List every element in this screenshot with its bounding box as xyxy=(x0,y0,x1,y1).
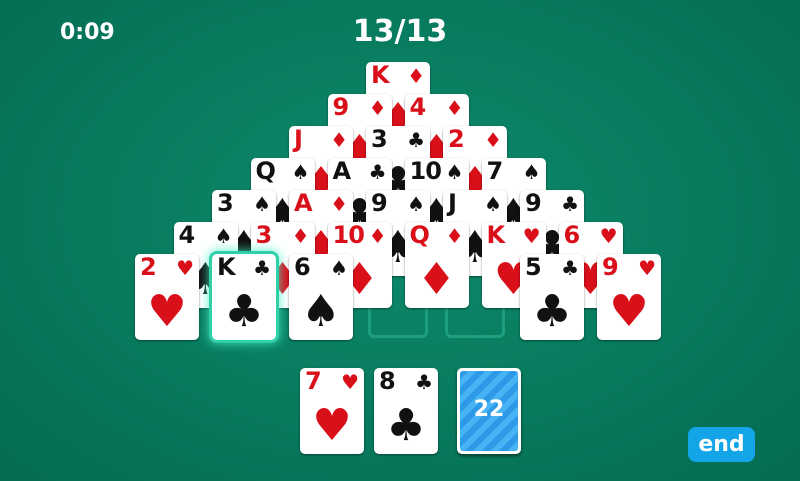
pyramid-card[interactable]: K ♣ ♣ xyxy=(212,254,276,340)
card-suit-icon: ♣ xyxy=(407,128,425,152)
end-button[interactable]: end xyxy=(688,427,755,462)
pyramid-card[interactable]: 6 ♠ ♠ xyxy=(289,254,353,340)
card-suit-large-icon: ♦ xyxy=(416,254,457,305)
card-suit-icon: ♦ xyxy=(445,224,464,248)
card-rank: 7 xyxy=(305,368,322,395)
card-suit-icon: ♣ xyxy=(253,256,271,280)
pyramid-card[interactable]: Q ♦ ♦ xyxy=(404,222,469,308)
card-suit-icon: ♦ xyxy=(445,96,464,120)
card-suit-icon: ♦ xyxy=(407,64,425,88)
stock-pile[interactable]: 22 xyxy=(457,368,521,454)
card-suit-large-icon: ♣ xyxy=(386,400,426,451)
card-suit-icon: ♦ xyxy=(484,128,502,152)
card-rank: 8 xyxy=(379,368,396,395)
card-suit-icon: ♦ xyxy=(368,96,387,120)
card-suit-icon: ♥ xyxy=(176,256,194,280)
card-rank: 7 xyxy=(486,158,504,185)
card-suit-large-icon: ♥ xyxy=(147,286,187,337)
card-suit-icon: ♦ xyxy=(330,128,348,152)
card-rank: 9 xyxy=(525,190,542,217)
card-rank: K xyxy=(486,222,506,249)
card-rank: 3 xyxy=(255,222,273,249)
card-rank: K xyxy=(371,62,390,89)
card-rank: 9 xyxy=(332,94,350,121)
card-rank: Q xyxy=(409,222,430,249)
card-rank: 2 xyxy=(140,254,157,281)
card-suit-icon: ♥ xyxy=(522,224,541,248)
card-rank: 6 xyxy=(563,222,581,249)
card-rank: 4 xyxy=(178,222,196,249)
card-suit-icon: ♠ xyxy=(330,256,348,280)
card-suit-large-icon: ♠ xyxy=(301,286,341,337)
card-rank: A xyxy=(294,190,313,217)
card-suit-icon: ♦ xyxy=(330,192,348,216)
card-rank: 10 xyxy=(332,222,365,249)
card-rank: Q xyxy=(255,158,276,185)
card-suit-icon: ♠ xyxy=(291,160,310,184)
card-suit-icon: ♦ xyxy=(368,224,387,248)
card-rank: 2 xyxy=(448,126,465,153)
card-rank: J xyxy=(294,126,303,153)
card-suit-icon: ♠ xyxy=(522,160,541,184)
card-rank: 10 xyxy=(409,158,442,185)
card-suit-icon: ♥ xyxy=(638,256,656,280)
waste-card[interactable]: 7 ♥ ♥ xyxy=(300,368,364,454)
card-rank: 3 xyxy=(371,126,388,153)
card-suit-large-icon: ♣ xyxy=(224,286,264,337)
progress-counter: 13/13 xyxy=(352,14,448,49)
waste-card[interactable]: 8 ♣ ♣ xyxy=(374,368,438,454)
card-suit-icon: ♣ xyxy=(561,256,579,280)
card-rank: J xyxy=(448,190,457,217)
card-suit-icon: ♣ xyxy=(561,192,579,216)
card-suit-icon: ♣ xyxy=(415,370,433,394)
card-rank: 4 xyxy=(409,94,427,121)
card-rank: 5 xyxy=(525,254,542,281)
card-rank: 9 xyxy=(371,190,388,217)
card-suit-large-icon: ♥ xyxy=(609,286,649,337)
card-rank: 9 xyxy=(602,254,619,281)
card-rank: 3 xyxy=(217,190,234,217)
pyramid-card[interactable]: 2 ♥ ♥ xyxy=(135,254,199,340)
card-suit-icon: ♠ xyxy=(445,160,464,184)
card-suit-large-icon: ♣ xyxy=(532,286,572,337)
card-rank: A xyxy=(332,158,352,185)
card-suit-icon: ♥ xyxy=(341,370,359,394)
card-rank: 6 xyxy=(294,254,311,281)
card-suit-icon: ♠ xyxy=(253,192,271,216)
card-suit-icon: ♠ xyxy=(214,224,233,248)
card-suit-icon: ♥ xyxy=(599,224,618,248)
card-suit-icon: ♦ xyxy=(291,224,310,248)
card-suit-icon: ♠ xyxy=(407,192,425,216)
stock-count: 22 xyxy=(473,397,505,422)
pyramid-card[interactable]: 9 ♥ ♥ xyxy=(597,254,661,340)
card-suit-large-icon: ♥ xyxy=(312,400,352,451)
card-suit-icon: ♠ xyxy=(484,192,502,216)
pyramid-card[interactable]: 5 ♣ ♣ xyxy=(520,254,584,340)
card-rank: K xyxy=(217,254,236,281)
card-suit-icon: ♣ xyxy=(368,160,387,184)
